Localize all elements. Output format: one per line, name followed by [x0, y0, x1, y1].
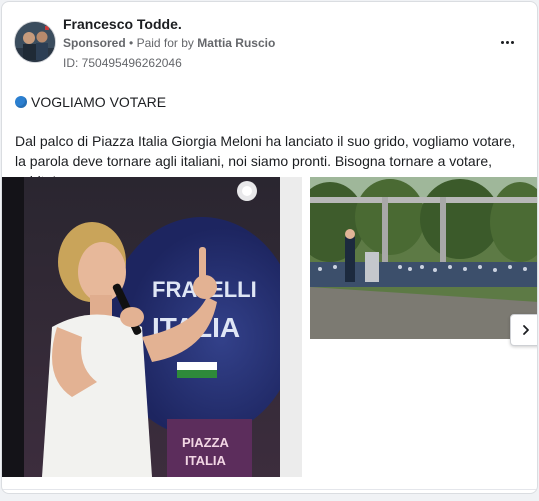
more-horizontal-icon-dot — [510, 40, 514, 44]
page-name[interactable]: Francesco Todde. — [63, 16, 182, 32]
svg-text:ITALIA: ITALIA — [185, 453, 227, 468]
card-divider — [2, 489, 537, 490]
page-avatar[interactable] — [14, 21, 56, 63]
paid-for-prefix: Paid for by — [136, 36, 194, 50]
paid-for-name[interactable]: Mattia Ruscio — [197, 36, 275, 50]
post-headline: VOGLIAMO VOTARE — [15, 94, 166, 110]
sponsored-label: Sponsored — [63, 36, 126, 50]
avatar-image — [15, 22, 55, 62]
carousel-next-button[interactable] — [510, 314, 537, 346]
separator-dot: • — [129, 36, 134, 50]
more-options-button[interactable] — [495, 32, 519, 52]
more-horizontal-icon — [500, 40, 504, 44]
blue-circle-icon — [15, 96, 27, 108]
carousel-image-1[interactable]: FRATELLI ITALIA PIAZZA ITALIA — [2, 177, 302, 477]
carousel-image-2[interactable] — [310, 177, 537, 339]
ad-card: Francesco Todde. Sponsored • Paid for by… — [1, 1, 538, 494]
speaker-photo: FRATELLI ITALIA PIAZZA ITALIA — [2, 177, 302, 477]
ad-id: ID: 750495496262046 — [63, 56, 182, 70]
more-horizontal-icon-dot — [505, 40, 509, 44]
headline-text: VOGLIAMO VOTARE — [31, 94, 167, 110]
stage-photo — [310, 177, 537, 339]
chevron-right-icon — [523, 325, 529, 335]
svg-text:PIAZZA: PIAZZA — [182, 435, 230, 450]
sponsored-line: Sponsored • Paid for by Mattia Ruscio — [63, 36, 275, 50]
